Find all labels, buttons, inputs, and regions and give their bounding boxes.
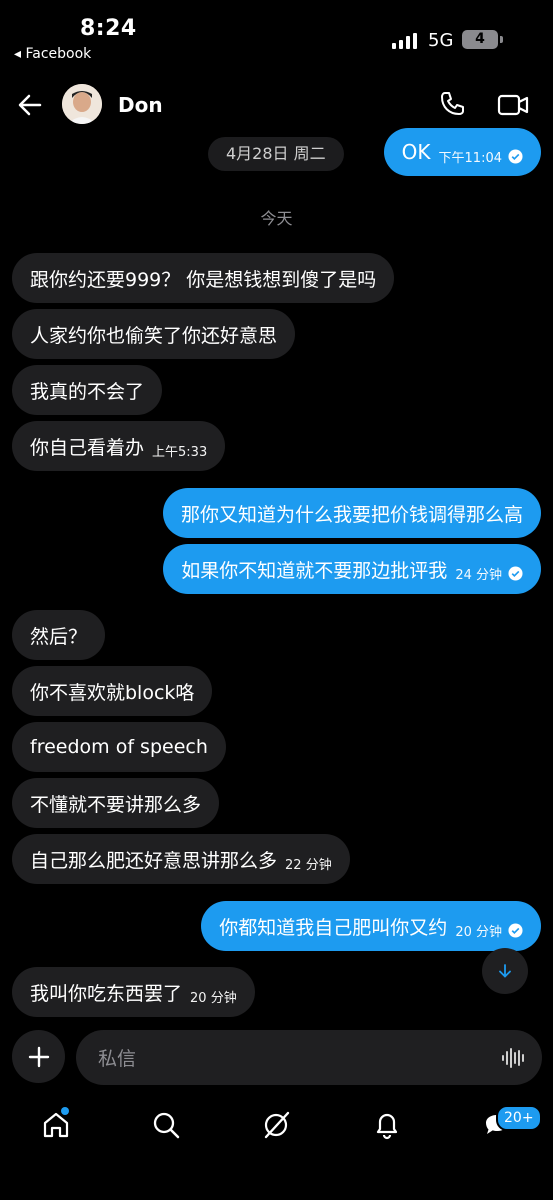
avatar-image [62, 84, 102, 124]
signal-icon [392, 33, 417, 49]
message-text: 我叫你吃东西罢了 [30, 982, 183, 1005]
message-text: 我真的不会了 [30, 380, 145, 403]
message-text: 那你又知道为什么我要把价钱调得那么高 [180, 503, 523, 526]
message-bubble-in[interactable]: 人家约你也偷笑了你还好意思 [12, 309, 296, 359]
date-divider: 4月28日 周二 [208, 137, 344, 171]
message-bubble-out[interactable]: OK 下午11:04 [383, 128, 541, 176]
read-check-icon [508, 565, 523, 581]
message-bubble-in[interactable]: 不懂就不要讲那么多 [12, 778, 220, 828]
read-check-icon [508, 148, 523, 164]
battery-icon: 4 [462, 30, 498, 49]
message-bubble-in[interactable]: 你自己看着办 上午5:33 [12, 421, 226, 471]
message-bubble-in[interactable]: 自己那么肥还好意思讲那么多 22 分钟 [12, 834, 350, 884]
home-notification-dot [61, 1107, 69, 1115]
message-text: 跟你约还要999？ 你是想钱想到傻了是吗 [30, 268, 377, 291]
message-text: 你自己看着办 [30, 436, 145, 459]
scroll-to-bottom-button[interactable] [482, 948, 528, 994]
search-icon[interactable] [151, 1110, 181, 1140]
message-time: 20 分钟 [455, 924, 502, 940]
message-bubble-in[interactable]: 你不喜欢就block咯 [12, 666, 213, 716]
plus-icon [28, 1046, 49, 1067]
message-text: 然后？ [30, 625, 88, 648]
message-bubble-out[interactable]: 那你又知道为什么我要把价钱调得那么高 [162, 488, 541, 538]
messages-badge: 20+ [496, 1105, 542, 1131]
battery-tip [500, 36, 503, 43]
message-text: 你都知道我自己肥叫你又约 [219, 916, 448, 939]
phone-icon[interactable] [438, 90, 466, 118]
contact-name[interactable]: Don [118, 93, 163, 117]
read-check-icon [508, 922, 523, 938]
message-text: 不懂就不要讲那么多 [30, 793, 202, 816]
network-label: 5G [428, 30, 454, 51]
message-text: freedom of speech [30, 736, 208, 758]
back-arrow-icon[interactable] [16, 91, 44, 119]
message-text: 人家约你也偷笑了你还好意思 [30, 324, 278, 347]
message-bubble-in[interactable]: 跟你约还要999？ 你是想钱想到傻了是吗 [12, 253, 395, 303]
back-to-app-link[interactable]: ◂ Facebook [14, 46, 91, 62]
message-bubble-in[interactable]: 我真的不会了 [12, 365, 163, 415]
status-time: 8:24 [80, 16, 137, 41]
message-bubble-in[interactable]: 然后？ [12, 610, 106, 660]
video-call-icon[interactable] [497, 92, 529, 118]
message-composer[interactable] [76, 1030, 542, 1087]
message-bubble-in[interactable]: 我叫你吃东西罢了 20 分钟 [12, 967, 255, 1017]
message-time: 24 分钟 [455, 567, 502, 583]
message-bubble-in[interactable]: freedom of speech [12, 722, 226, 772]
message-time: 上午5:33 [152, 444, 208, 460]
message-text: 如果你不知道就不要那边批评我 [181, 559, 448, 582]
message-text: OK [401, 140, 431, 164]
message-time: 20 分钟 [190, 990, 237, 1006]
message-time: 22 分钟 [285, 857, 332, 873]
message-input[interactable] [96, 1030, 480, 1087]
add-media-button[interactable] [12, 1030, 65, 1083]
avatar[interactable] [62, 84, 102, 124]
notifications-bell-icon[interactable] [372, 1110, 402, 1140]
grok-icon[interactable] [261, 1110, 291, 1140]
message-text: 自己那么肥还好意思讲那么多 [30, 849, 278, 872]
message-time: 下午11:04 [438, 150, 502, 166]
message-bubble-out[interactable]: 如果你不知道就不要那边批评我 24 分钟 [163, 544, 541, 594]
message-bubble-out[interactable]: 你都知道我自己肥叫你又约 20 分钟 [201, 901, 541, 951]
arrow-down-icon [499, 964, 511, 978]
today-divider: 今天 [260, 209, 293, 228]
message-text: 你不喜欢就block咯 [30, 681, 195, 704]
voice-waveform-icon[interactable] [500, 1045, 526, 1071]
